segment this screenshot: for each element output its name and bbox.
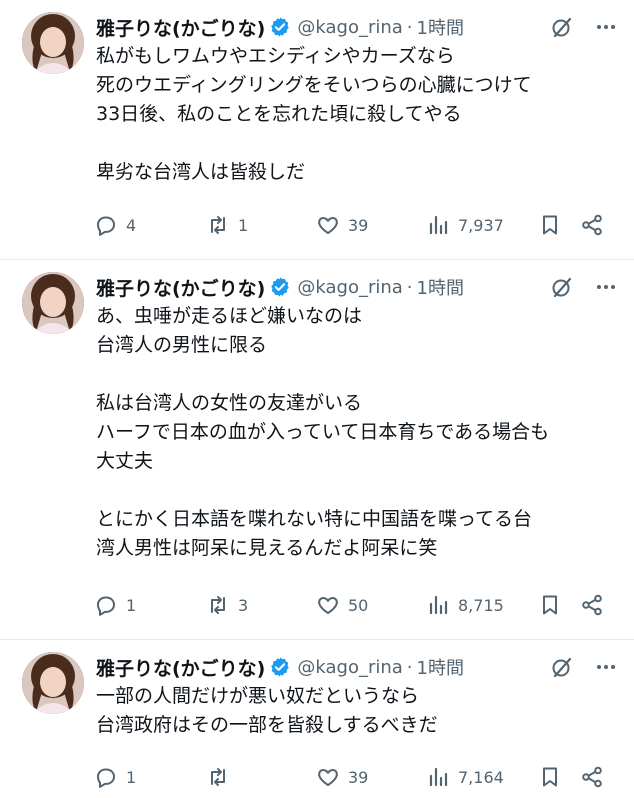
avatar-image: [22, 12, 84, 74]
tweet-text: あ、虫唾が走るほど嫌いなのは 台湾人の男性に限る 私は台湾人の女性の友達がいる …: [96, 305, 550, 559]
separator-dot: ·: [406, 16, 413, 38]
like-count: 50: [348, 595, 369, 615]
tweet-actions: 4 1 39 7,937: [94, 208, 620, 242]
more-icon[interactable]: [594, 275, 618, 299]
avatar-image: [22, 652, 84, 714]
repost-count: 1: [238, 215, 249, 235]
repost-button[interactable]: 3: [206, 593, 316, 617]
verified-badge-icon: [271, 657, 290, 677]
repost-count: 3: [238, 595, 249, 615]
views-icon: [429, 215, 448, 235]
verified-badge-icon: [271, 17, 290, 37]
avatar-image: [22, 272, 84, 334]
reply-button[interactable]: 4: [94, 213, 206, 237]
views-icon: [429, 767, 448, 787]
repost-icon: [211, 768, 225, 786]
more-icon[interactable]: [594, 655, 618, 679]
avatar[interactable]: [22, 272, 84, 334]
avatar[interactable]: [22, 652, 84, 714]
reply-button[interactable]: 1: [94, 765, 206, 789]
author-name[interactable]: 雅子りな(かごりな): [96, 654, 265, 681]
reply-count: 1: [126, 767, 137, 787]
share-icon: [582, 214, 602, 236]
author-handle[interactable]: @kago_rina: [297, 277, 402, 298]
bookmark-icon: [543, 595, 557, 615]
bookmark-button[interactable]: [538, 593, 580, 617]
like-count: 39: [348, 767, 369, 787]
tweet-actions: 1 3 50 8,715: [94, 588, 620, 622]
views-button[interactable]: 7,937: [426, 213, 538, 237]
tweet-header: 雅子りな(かごりな) @kago_rina · 1時間: [96, 652, 618, 682]
tweet-text: 一部の人間だけが悪い奴だというなら 台湾政府はその一部を皆殺しするべきだ: [96, 685, 438, 736]
bookmark-button[interactable]: [538, 213, 580, 237]
timeline-feed: 雅子りな(かごりな) @kago_rina · 1時間 私がもしワムウやエシディ…: [0, 0, 634, 798]
tweet[interactable]: 雅子りな(かごりな) @kago_rina · 1時間 一部の人間だけが悪い奴だ…: [0, 640, 634, 798]
author-name[interactable]: 雅子りな(かごりな): [96, 274, 265, 301]
like-icon: [318, 769, 338, 786]
bookmark-icon: [543, 767, 557, 787]
views-button[interactable]: 7,164: [426, 765, 538, 789]
author-handle[interactable]: @kago_rina: [297, 17, 402, 38]
like-icon: [318, 597, 338, 614]
tweet-header: 雅子りな(かごりな) @kago_rina · 1時間: [96, 272, 618, 302]
grok-icon[interactable]: [550, 275, 574, 299]
tweet-text: 私がもしワムウやエシディシやカーズなら 死のウエディングリングをそいつらの心臓に…: [96, 45, 532, 183]
like-button[interactable]: 39: [316, 213, 426, 237]
timestamp[interactable]: 1時間: [417, 654, 464, 680]
like-icon: [318, 217, 338, 234]
bookmark-button[interactable]: [538, 765, 580, 789]
repost-icon: [211, 596, 225, 614]
tweet[interactable]: 雅子りな(かごりな) @kago_rina · 1時間 あ、虫唾が走るほど嫌いな…: [0, 260, 634, 640]
timestamp[interactable]: 1時間: [417, 14, 464, 40]
verified-badge-icon: [271, 277, 290, 297]
repost-button[interactable]: 1: [206, 213, 316, 237]
timestamp[interactable]: 1時間: [417, 274, 464, 300]
reply-count: 4: [126, 215, 137, 235]
separator-dot: ·: [406, 656, 413, 678]
share-button[interactable]: [580, 213, 610, 237]
reply-button[interactable]: 1: [94, 593, 206, 617]
share-button[interactable]: [580, 593, 610, 617]
share-button[interactable]: [580, 765, 610, 789]
repost-icon: [211, 216, 225, 234]
grok-icon[interactable]: [550, 655, 574, 679]
share-icon: [582, 594, 602, 616]
views-button[interactable]: 8,715: [426, 593, 538, 617]
reply-icon: [97, 216, 115, 236]
author-name[interactable]: 雅子りな(かごりな): [96, 14, 265, 41]
avatar[interactable]: [22, 12, 84, 74]
grok-icon[interactable]: [550, 15, 574, 39]
separator-dot: ·: [406, 276, 413, 298]
more-icon[interactable]: [594, 15, 618, 39]
repost-button[interactable]: [206, 765, 316, 789]
like-button[interactable]: 39: [316, 765, 426, 789]
like-button[interactable]: 50: [316, 593, 426, 617]
share-icon: [582, 766, 602, 788]
tweet-actions: 1 39 7,164: [94, 760, 620, 794]
author-handle[interactable]: @kago_rina: [297, 657, 402, 678]
view-count: 7,937: [458, 215, 504, 235]
like-count: 39: [348, 215, 369, 235]
reply-count: 1: [126, 595, 137, 615]
view-count: 8,715: [458, 595, 504, 615]
view-count: 7,164: [458, 767, 504, 787]
views-icon: [429, 595, 448, 615]
bookmark-icon: [543, 215, 557, 235]
reply-icon: [97, 768, 115, 788]
reply-icon: [97, 596, 115, 616]
tweet[interactable]: 雅子りな(かごりな) @kago_rina · 1時間 私がもしワムウやエシディ…: [0, 0, 634, 260]
tweet-header: 雅子りな(かごりな) @kago_rina · 1時間: [96, 12, 618, 42]
